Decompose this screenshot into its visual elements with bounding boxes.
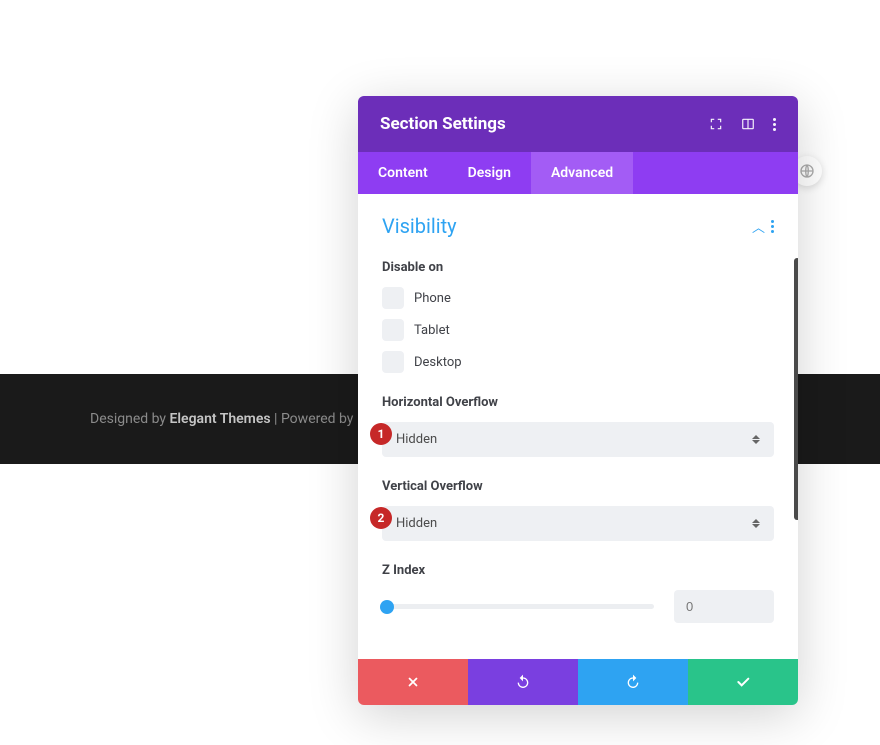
expand-icon[interactable] (709, 117, 723, 131)
disable-desktop-row: Desktop (382, 351, 774, 373)
zindex-slider-thumb[interactable] (380, 600, 394, 614)
disable-desktop-checkbox[interactable] (382, 351, 404, 373)
tab-advanced[interactable]: Advanced (531, 152, 633, 194)
section-settings-modal: Section Settings Content Design Advanced… (358, 96, 798, 705)
disable-on-group: Disable on Phone Tablet Desktop (382, 260, 774, 373)
annotation-badge-1: 1 (370, 423, 392, 445)
modal-title: Section Settings (380, 114, 506, 134)
horizontal-overflow-group: Horizontal Overflow 1 Hidden (382, 395, 774, 457)
section-menu-icon[interactable] (771, 220, 774, 233)
select-caret-icon (752, 435, 760, 444)
cancel-button[interactable] (358, 659, 468, 705)
disable-phone-row: Phone (382, 287, 774, 309)
disable-phone-label: Phone (414, 291, 451, 306)
check-icon (735, 674, 751, 690)
tab-content[interactable]: Content (358, 152, 448, 194)
visibility-section-header[interactable]: Visibility ︿ (382, 214, 774, 238)
scrollbar[interactable] (794, 258, 798, 520)
disable-desktop-label: Desktop (414, 355, 462, 370)
save-button[interactable] (688, 659, 798, 705)
disable-phone-checkbox[interactable] (382, 287, 404, 309)
snap-icon[interactable] (741, 117, 755, 131)
footer-powered-by: | Powered by (271, 411, 354, 427)
select-caret-icon (752, 519, 760, 528)
close-icon (406, 675, 420, 689)
zindex-label: Z Index (382, 563, 774, 578)
footer-designed-prefix: Designed by (90, 411, 170, 427)
disable-on-label: Disable on (382, 260, 774, 275)
annotation-badge-2: 2 (370, 507, 392, 529)
modal-tabs: Content Design Advanced (358, 152, 798, 194)
redo-icon (625, 674, 641, 690)
modal-header: Section Settings (358, 96, 798, 152)
modal-footer (358, 659, 798, 705)
disable-tablet-row: Tablet (382, 319, 774, 341)
vertical-overflow-group: Vertical Overflow 2 Hidden (382, 479, 774, 541)
horizontal-overflow-select[interactable]: Hidden (382, 422, 774, 457)
zindex-input[interactable] (674, 590, 774, 623)
horizontal-overflow-label: Horizontal Overflow (382, 395, 774, 410)
zindex-slider[interactable] (382, 604, 654, 609)
chevron-up-icon[interactable]: ︿ (752, 217, 765, 236)
undo-button[interactable] (468, 659, 578, 705)
disable-tablet-checkbox[interactable] (382, 319, 404, 341)
redo-button[interactable] (578, 659, 688, 705)
vertical-overflow-select[interactable]: Hidden (382, 506, 774, 541)
modal-menu-icon[interactable] (773, 118, 776, 131)
tab-design[interactable]: Design (448, 152, 531, 194)
footer-designed-name: Elegant Themes (170, 411, 271, 427)
vertical-overflow-value: Hidden (396, 516, 437, 531)
modal-body: Visibility ︿ Disable on Phone Tablet Des… (358, 194, 798, 659)
vertical-overflow-label: Vertical Overflow (382, 479, 774, 494)
disable-tablet-label: Tablet (414, 323, 450, 338)
visibility-title: Visibility (382, 214, 457, 238)
horizontal-overflow-value: Hidden (396, 432, 437, 447)
zindex-group: Z Index (382, 563, 774, 623)
undo-icon (515, 674, 531, 690)
